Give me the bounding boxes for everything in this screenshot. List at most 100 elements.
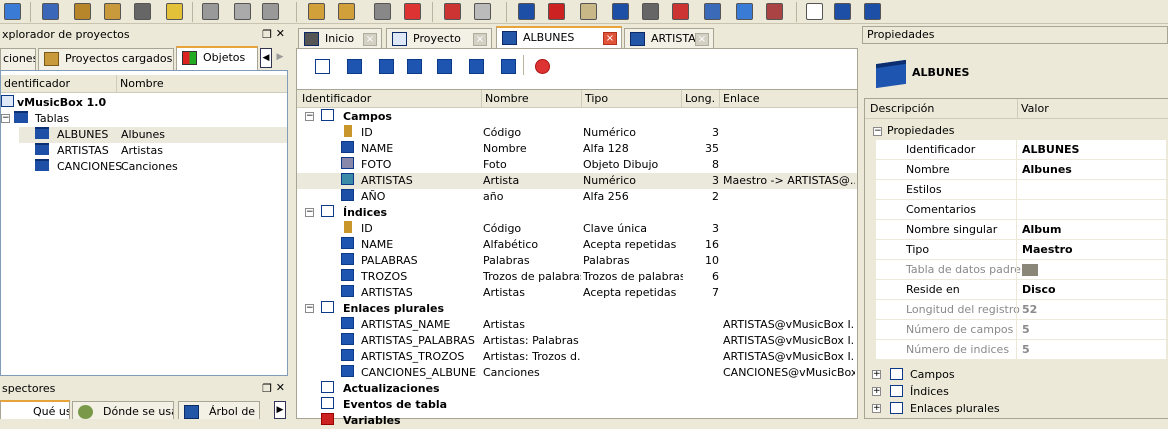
column-tipo[interactable]: Tipo (581, 90, 608, 108)
cut-icon[interactable] (202, 3, 219, 20)
collapse-icon[interactable]: − (305, 112, 314, 121)
lightning-icon[interactable] (4, 3, 21, 20)
section-actualizaciones[interactable]: Actualizaciones (297, 381, 857, 397)
group-collapsed[interactable]: + Campos (866, 366, 1164, 383)
property-row[interactable]: Número de indices 5 (876, 340, 1166, 360)
tab-objetos[interactable]: Objetos (176, 46, 258, 70)
scroll-tabs-left[interactable]: ◀ (260, 48, 272, 68)
grid-row[interactable]: ID Código Clave única 3 (297, 221, 857, 237)
tools-icon[interactable] (736, 3, 753, 20)
property-row[interactable]: Estilos (876, 180, 1166, 200)
column-identificador[interactable]: dentificador (1, 75, 70, 93)
grid-row[interactable]: TROZOS Trozos de palabras Trozos de palabr… (297, 269, 857, 285)
tab-artistas[interactable]: ARTISTAS × (624, 28, 714, 50)
property-row[interactable]: Tabla de datos padre (876, 260, 1166, 280)
close-tab-icon[interactable]: × (363, 33, 377, 46)
tree-root[interactable]: vMusicBox 1.0 (1, 95, 287, 111)
grid-row[interactable]: ARTISTAS Artista Numérico 3 Maestro -> ARTIS… (297, 173, 857, 189)
collapse-icon[interactable]: − (305, 304, 314, 313)
close-red-icon[interactable] (404, 3, 421, 20)
tab-proyecto[interactable]: Proyecto × (386, 28, 492, 50)
new-folder-icon[interactable] (308, 3, 325, 20)
magic-icon[interactable] (474, 3, 491, 20)
paste-icon[interactable] (262, 3, 279, 20)
property-row[interactable]: Tipo Maestro (876, 240, 1166, 260)
delete-icon[interactable] (535, 59, 550, 74)
property-row[interactable]: Reside en Disco (876, 280, 1166, 300)
window2-icon[interactable] (580, 3, 597, 20)
section-enlaces-plurales[interactable]: − Enlaces plurales (297, 301, 857, 317)
grid-row[interactable]: ARTISTAS_PALABRAS Artistas: Palabras ARTIS… (297, 333, 857, 349)
scroll-tabs-right[interactable]: ▶ (274, 401, 286, 419)
gear-icon[interactable] (612, 3, 629, 20)
property-row[interactable]: Nombre Albunes (876, 160, 1166, 180)
section-campos[interactable]: − Campos (297, 109, 857, 125)
save-icon[interactable] (134, 3, 151, 20)
float-icon[interactable]: ❐ (262, 28, 272, 41)
collapse-icon[interactable]: − (305, 208, 314, 217)
section-variables[interactable]: Variables (297, 413, 857, 429)
grid-row[interactable]: NAME Alfabético Acepta repetidas 16 (297, 237, 857, 253)
table-icon[interactable] (518, 3, 535, 20)
report-icon[interactable] (548, 3, 565, 20)
group-propiedades[interactable]: − Propiedades (865, 123, 1065, 139)
close-tab-icon[interactable]: × (473, 33, 487, 46)
index-icon[interactable] (407, 59, 422, 74)
property-row[interactable]: Nombre singular Album (876, 220, 1166, 240)
tree-group-tablas[interactable]: − Tablas (1, 111, 287, 127)
scroll-tabs-right[interactable]: ▶ (274, 48, 286, 68)
tree-item[interactable]: ARTISTAS Artistas (19, 143, 287, 159)
update-icon[interactable] (469, 59, 484, 74)
warning-icon[interactable] (166, 3, 183, 20)
float-icon[interactable]: ❐ (262, 382, 272, 395)
column-valor[interactable]: Valor (1017, 99, 1049, 119)
index2-icon[interactable] (437, 59, 452, 74)
grid-row[interactable]: CANCIONES_ALBUNES Canciones CANCIONES@vMus… (297, 365, 857, 381)
grid-row[interactable]: FOTO Foto Objeto Dibujo 8 (297, 157, 857, 173)
expand-icon[interactable]: + (872, 404, 881, 413)
property-row[interactable]: Longitud del registro 52 (876, 300, 1166, 320)
tab-donde-se-usa[interactable]: Dónde se usa (72, 401, 174, 419)
property-value[interactable]: 5 (1022, 320, 1030, 340)
column-enlace[interactable]: Enlace (719, 90, 760, 108)
property-value[interactable]: 52 (1022, 300, 1037, 320)
property-value[interactable]: 5 (1022, 340, 1030, 360)
tree-item[interactable]: ALBUNES Albunes (19, 127, 287, 143)
class-icon[interactable] (672, 3, 689, 20)
tree-item[interactable]: CANCIONES Canciones (19, 159, 287, 175)
tab-albunes[interactable]: ALBUNES × (496, 26, 622, 50)
property-value[interactable]: Album (1022, 220, 1061, 240)
link-icon[interactable] (347, 59, 362, 74)
property-value[interactable]: ALBUNES (1022, 140, 1079, 160)
tab-proyectos-cargados[interactable]: Proyectos cargados (38, 48, 174, 70)
grid-row[interactable]: AÑO año Alfa 256 2 (297, 189, 857, 205)
update-icon[interactable] (834, 3, 851, 20)
grid-row[interactable]: NAME Nombre Alfa 128 35 (297, 141, 857, 157)
index-icon[interactable] (806, 3, 823, 20)
expand-icon[interactable]: + (872, 370, 881, 379)
colors-icon[interactable] (444, 3, 461, 20)
close-icon[interactable]: ✕ (276, 381, 285, 394)
group-collapsed[interactable]: + Índices (866, 383, 1164, 400)
field-icon[interactable] (766, 3, 783, 20)
copy-icon[interactable] (234, 3, 251, 20)
collapse-icon[interactable]: − (1, 114, 10, 123)
close-tab-icon[interactable]: × (603, 32, 617, 45)
tab-que-usa[interactable]: Qué usa (0, 400, 70, 419)
grid-row[interactable]: ARTISTAS_TROZOS Artistas: Trozos d... ARTI… (297, 349, 857, 365)
tab-inicio[interactable]: Inicio × (298, 28, 382, 50)
section-índices[interactable]: − Índices (297, 205, 857, 221)
column-nombre[interactable]: Nombre (116, 75, 164, 93)
section-eventos-de-tabla[interactable]: Eventos de tabla (297, 397, 857, 413)
folder-icon[interactable] (338, 3, 355, 20)
grid-row[interactable]: ARTISTAS Artistas Acepta repetidas 7 (297, 285, 857, 301)
property-row[interactable]: Identificador ALBUNES (876, 140, 1166, 160)
grid-row[interactable]: PALABRAS Palabras Palabras 10 (297, 253, 857, 269)
close-icon[interactable]: ✕ (276, 27, 285, 40)
column-long[interactable]: Long. (681, 90, 715, 108)
collapse-icon[interactable]: − (873, 127, 882, 136)
column-descripcion[interactable]: Descripción (867, 99, 934, 119)
new-field-icon[interactable] (315, 59, 330, 74)
column-nombre[interactable]: Nombre (481, 90, 529, 108)
folder-icon[interactable] (1022, 264, 1038, 276)
